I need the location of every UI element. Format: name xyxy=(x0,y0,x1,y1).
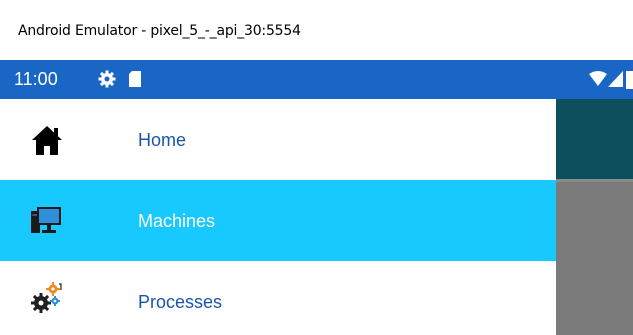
drawer-item-processes-label: Processes xyxy=(138,292,223,312)
gear-icon xyxy=(97,69,117,94)
app-content: Home Machines Processes xyxy=(0,99,633,335)
signal-icon xyxy=(608,71,624,92)
computer-icon xyxy=(30,204,64,238)
status-time: 11:00 xyxy=(14,69,58,89)
navigation-drawer: Home Machines Processes xyxy=(0,99,556,335)
drawer-item-machines[interactable]: Machines xyxy=(0,180,556,261)
wifi-icon xyxy=(589,71,607,92)
drawer-scrim[interactable] xyxy=(556,99,633,335)
window-title: Android Emulator - pixel_5_-_api_30:5554 xyxy=(18,23,301,39)
drawer-item-home-label: Home xyxy=(138,130,187,150)
app-toolbar-background xyxy=(556,99,633,179)
window-titlebar: Android Emulator - pixel_5_-_api_30:5554 xyxy=(0,0,633,60)
drawer-item-machines-label: Machines xyxy=(138,211,216,231)
scrim-divider xyxy=(556,179,633,182)
gears-icon xyxy=(30,281,64,315)
drawer-item-processes[interactable]: Processes xyxy=(0,261,556,335)
drawer-item-home[interactable]: Home xyxy=(0,99,556,180)
emulator-window: Android Emulator - pixel_5_-_api_30:5554… xyxy=(0,0,633,335)
android-status-bar: 11:00 xyxy=(0,60,633,99)
battery-icon xyxy=(626,69,633,94)
sd-card-icon xyxy=(127,69,143,94)
home-icon xyxy=(30,123,64,157)
